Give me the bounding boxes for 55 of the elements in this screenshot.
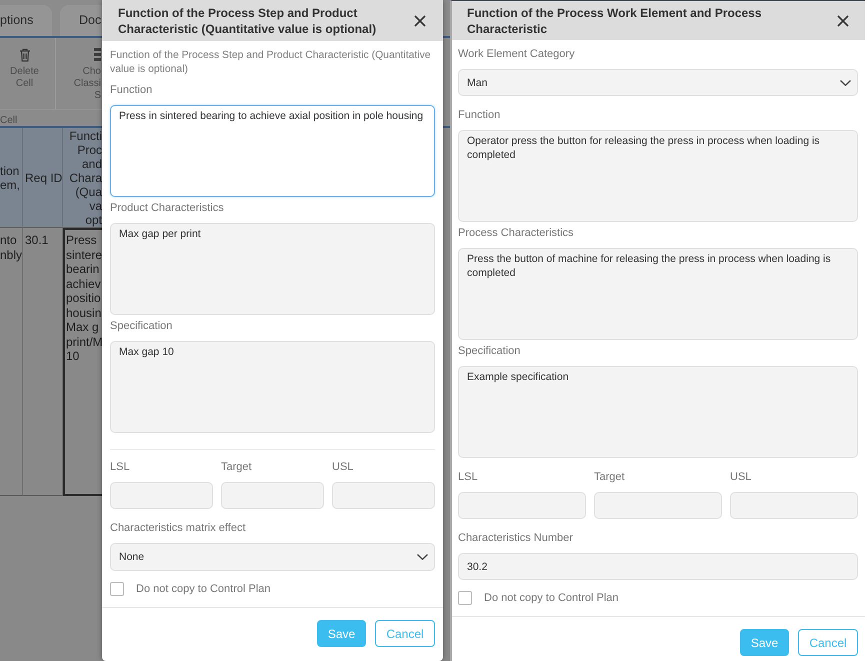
field-label: Process Characteristics xyxy=(458,226,575,241)
table-cell: nto nbly xyxy=(0,228,23,496)
field-label: USL xyxy=(332,460,354,475)
text-field[interactable]: 30.2 xyxy=(458,553,858,580)
close-icon xyxy=(837,14,849,26)
dropdown[interactable]: Man xyxy=(458,69,858,96)
text-field[interactable] xyxy=(221,482,324,509)
text-area[interactable]: Max gap per print xyxy=(110,223,435,315)
dropdown[interactable]: None xyxy=(110,543,435,571)
close-icon xyxy=(414,14,426,26)
chevron-down-icon xyxy=(840,80,851,86)
trash-icon xyxy=(18,48,30,62)
chevron-down-icon xyxy=(417,554,428,560)
field-label: Function xyxy=(110,83,154,98)
field-label: Characteristics matrix effect xyxy=(110,521,247,536)
dialog-title: Function of the Process Step and Product Characteristic (Quantitative value is optional) xyxy=(118,4,378,36)
toolbar-button[interactable]: Delete Cell xyxy=(0,38,56,109)
text-field[interactable] xyxy=(458,492,586,519)
column-header: Functi Proc and Chara (Qua va opt xyxy=(63,128,102,228)
checkbox-label[interactable]: Do not copy to Control Plan xyxy=(136,582,271,596)
checkbox[interactable] xyxy=(110,582,124,596)
field-label: Target xyxy=(594,470,626,485)
field-label: LSL xyxy=(110,460,131,475)
dialog-subtitle: Function of the Process Step and Product Characteristic (Quantitative value is optional) xyxy=(110,49,432,77)
column-header: tion em, xyxy=(0,128,23,228)
text-field[interactable] xyxy=(730,492,858,519)
text-area[interactable]: Operator press the button for releasing the press in process when loading is completed xyxy=(458,130,858,222)
dialog-title: Function of the Process Work Element and Process Characteristic xyxy=(467,4,763,36)
field-label: USL xyxy=(730,470,752,485)
field-label: Function xyxy=(458,108,502,123)
field-label: Characteristics Number xyxy=(458,531,574,546)
field-label: Specification xyxy=(110,319,174,334)
list-icon xyxy=(94,48,101,62)
close-button[interactable] xyxy=(414,14,426,26)
group-label: Cell xyxy=(0,115,18,126)
field-label: Product Characteristics xyxy=(110,201,225,216)
field-label: Target xyxy=(221,460,253,475)
text-area[interactable]: Press the button of machine for releasing the press in process when loading is completed xyxy=(458,248,858,340)
tab[interactable]: ptions xyxy=(0,5,52,36)
column-header: Req ID xyxy=(23,128,63,228)
tab[interactable]: Doc xyxy=(60,5,102,36)
text-area[interactable]: Max gap 10 xyxy=(110,341,435,433)
checkbox[interactable] xyxy=(458,591,472,605)
text-field[interactable] xyxy=(110,482,213,509)
field-label: LSL xyxy=(458,470,479,485)
toolbar-button[interactable]: Cho Classi S xyxy=(56,38,101,109)
text-area[interactable]: Example specification xyxy=(458,366,858,458)
text-field[interactable] xyxy=(594,492,722,519)
close-button[interactable] xyxy=(837,14,849,26)
checkbox-label[interactable]: Do not copy to Control Plan xyxy=(484,591,619,605)
text-area[interactable]: Press in sintered bearing to achieve axial position in pole housing xyxy=(110,105,435,197)
table-cell: 30.1 xyxy=(23,228,63,496)
text-field[interactable] xyxy=(332,482,435,509)
field-label: Work Element Category xyxy=(458,47,576,62)
field-label: Specification xyxy=(458,344,522,359)
